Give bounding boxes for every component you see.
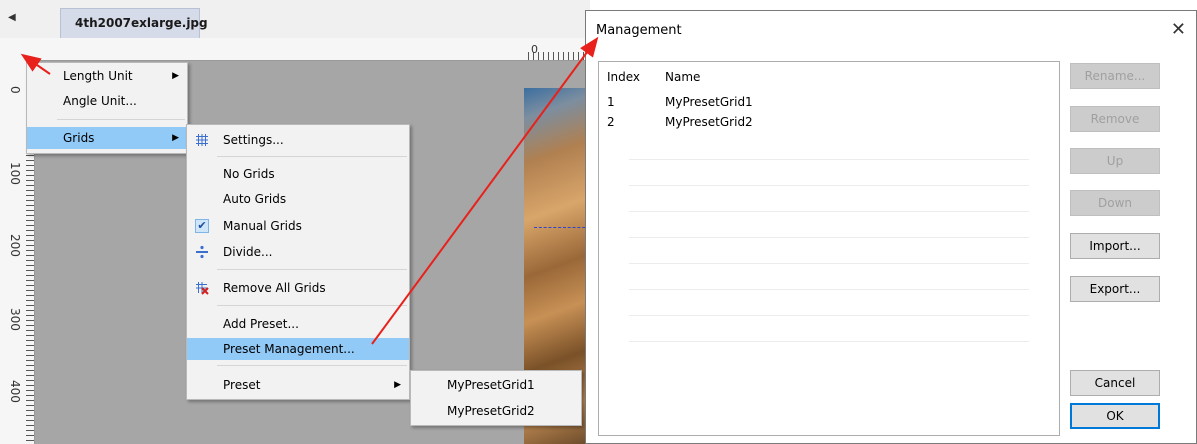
- management-dialog: Management ✕ Index Name 1 MyPresetGrid1 …: [585, 10, 1197, 444]
- menu-item-label: Remove All Grids: [223, 281, 326, 295]
- ruler-context-menu: Length Unit ▶ Angle Unit... Grids ▶: [26, 62, 188, 154]
- grid-icon: [196, 134, 208, 146]
- menu-separator: [217, 156, 407, 157]
- ok-button[interactable]: OK: [1070, 403, 1160, 429]
- submenu-arrow-icon: ▶: [172, 133, 179, 143]
- top-ruler[interactable]: [34, 38, 590, 61]
- menu-item-label: Preset Management...: [223, 342, 355, 356]
- ruler-corner[interactable]: [0, 38, 35, 61]
- menu-item-label: Manual Grids: [223, 219, 302, 233]
- menu-item-no-grids[interactable]: No Grids: [187, 163, 409, 185]
- menu-item-grids[interactable]: Grids ▶: [27, 127, 187, 149]
- list-item-index: 1: [607, 95, 615, 109]
- rename-button[interactable]: Rename...: [1070, 63, 1160, 89]
- list-divider: [629, 185, 1029, 186]
- menu-separator: [217, 365, 407, 366]
- menu-item-label: Preset: [223, 378, 261, 392]
- menu-item-preset[interactable]: Preset ▶: [187, 374, 409, 396]
- list-divider: [629, 289, 1029, 290]
- export-button[interactable]: Export...: [1070, 276, 1160, 302]
- menu-item-label: Divide...: [223, 245, 273, 259]
- left-ruler-label: 100: [8, 162, 22, 185]
- left-ruler-label: 300: [8, 308, 22, 331]
- list-divider: [629, 237, 1029, 238]
- remove-grid-icon: [196, 282, 209, 295]
- tab-scroll-left-icon[interactable]: ◀: [8, 12, 16, 23]
- checkmark-icon: ✔: [195, 219, 209, 233]
- list-divider: [629, 211, 1029, 212]
- submenu-arrow-icon: ▶: [394, 380, 401, 390]
- menu-separator: [57, 119, 185, 120]
- menu-item-length-unit[interactable]: Length Unit ▶: [27, 65, 187, 87]
- menu-item-label: Settings...: [223, 133, 284, 147]
- menu-separator: [217, 269, 407, 270]
- cancel-button[interactable]: Cancel: [1070, 370, 1160, 396]
- list-item[interactable]: 2 MyPresetGrid2: [599, 115, 1059, 133]
- list-divider: [629, 159, 1029, 160]
- menu-item-preset-1[interactable]: MyPresetGrid1: [411, 374, 581, 396]
- down-button[interactable]: Down: [1070, 190, 1160, 216]
- menu-item-label: MyPresetGrid1: [447, 378, 535, 392]
- menu-item-label: Grids: [63, 131, 95, 145]
- menu-item-angle-unit[interactable]: Angle Unit...: [27, 90, 187, 112]
- menu-item-auto-grids[interactable]: Auto Grids: [187, 188, 409, 210]
- menu-item-add-preset[interactable]: Add Preset...: [187, 313, 409, 335]
- left-ruler-label: 200: [8, 234, 22, 257]
- list-item-index: 2: [607, 115, 615, 129]
- preset-submenu: MyPresetGrid1 MyPresetGrid2: [410, 370, 582, 426]
- menu-item-preset-2[interactable]: MyPresetGrid2: [411, 400, 581, 422]
- menu-item-label: No Grids: [223, 167, 275, 181]
- menu-item-manual-grids[interactable]: ✔ Manual Grids: [187, 215, 409, 237]
- left-ruler-label: 0: [8, 86, 22, 94]
- menu-item-label: Length Unit: [63, 69, 133, 83]
- grid-guide-line[interactable]: [534, 227, 590, 228]
- preset-list[interactable]: Index Name 1 MyPresetGrid1 2 MyPresetGri…: [598, 61, 1060, 436]
- tab-document[interactable]: 4th2007exlarge.jpg: [60, 8, 208, 38]
- close-icon[interactable]: ✕: [1171, 19, 1186, 40]
- list-divider: [629, 263, 1029, 264]
- submenu-arrow-icon: ▶: [172, 71, 179, 81]
- tab-document-label: 4th2007exlarge.jpg: [75, 16, 208, 30]
- list-divider: [629, 315, 1029, 316]
- list-divider: [629, 341, 1029, 342]
- column-header-index[interactable]: Index: [607, 70, 640, 84]
- menu-separator: [217, 305, 407, 306]
- left-ruler-label: 400: [8, 380, 22, 403]
- list-item-name: MyPresetGrid1: [665, 95, 753, 109]
- menu-item-label: MyPresetGrid2: [447, 404, 535, 418]
- tab-strip: ◀ 4th2007exlarge.jpg: [0, 0, 590, 39]
- menu-item-label: Angle Unit...: [63, 94, 137, 108]
- remove-button[interactable]: Remove: [1070, 106, 1160, 132]
- import-button[interactable]: Import...: [1070, 233, 1160, 259]
- menu-item-divide[interactable]: Divide...: [187, 241, 409, 263]
- menu-item-preset-management[interactable]: Preset Management...: [187, 338, 409, 360]
- menu-item-remove-all-grids[interactable]: Remove All Grids: [187, 277, 409, 299]
- list-item-name: MyPresetGrid2: [665, 115, 753, 129]
- column-header-name[interactable]: Name: [665, 70, 700, 84]
- top-ruler-label: 0: [531, 43, 538, 56]
- menu-item-settings[interactable]: Settings...: [187, 129, 409, 151]
- list-item[interactable]: 1 MyPresetGrid1: [599, 95, 1059, 113]
- divide-icon: [196, 245, 208, 259]
- up-button[interactable]: Up: [1070, 148, 1160, 174]
- dialog-title: Management: [596, 23, 682, 38]
- menu-item-label: Add Preset...: [223, 317, 299, 331]
- menu-item-label: Auto Grids: [223, 192, 287, 206]
- grids-submenu: Settings... No Grids Auto Grids ✔ Manual…: [186, 124, 410, 400]
